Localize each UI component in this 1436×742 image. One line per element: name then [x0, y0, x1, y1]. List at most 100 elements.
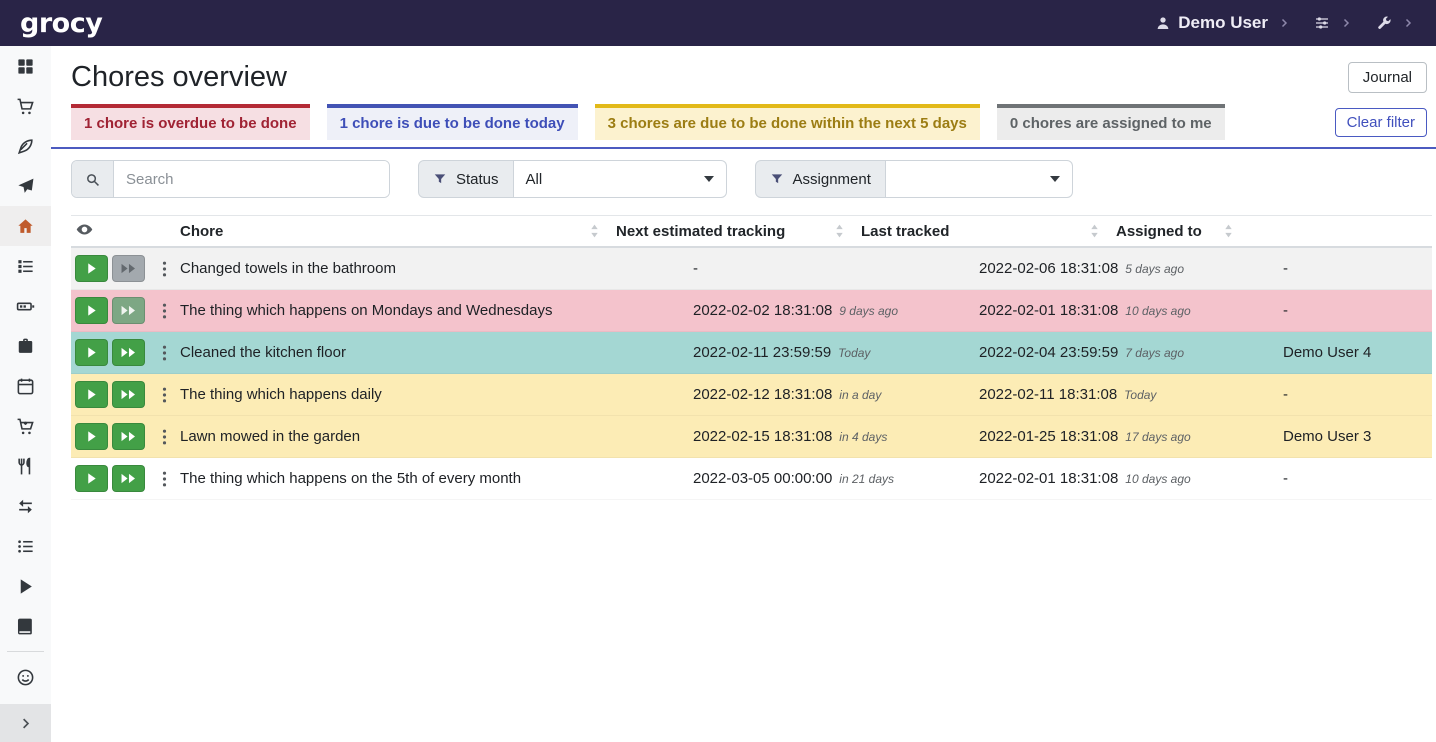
sidebar: [0, 46, 51, 742]
list-icon: [16, 537, 35, 556]
next-tracking-timeago: in 21 days: [839, 472, 894, 486]
chip-assigned-to-me[interactable]: 0 chores are assigned to me: [997, 104, 1225, 140]
table-row: Lawn mowed in the garden 2022-02-15 18:3…: [71, 416, 1432, 458]
skip-execution-button[interactable]: [112, 339, 145, 366]
status-filter-group: Status All: [418, 160, 727, 198]
user-menu[interactable]: Demo User: [1155, 13, 1290, 33]
sidebar-item-batteries[interactable]: [0, 286, 51, 326]
last-tracked-timeago: 7 days ago: [1125, 346, 1184, 360]
grid-icon: [16, 57, 35, 76]
assigned-to-value: -: [1283, 386, 1288, 403]
skip-execution-button[interactable]: [112, 297, 145, 324]
fast-forward-icon: [120, 472, 137, 485]
assignment-select[interactable]: [886, 160, 1073, 198]
clear-filter-button[interactable]: Clear filter: [1335, 108, 1427, 137]
sidebar-item-paper-plane[interactable]: [0, 166, 51, 206]
sidebar-item-feather[interactable]: [0, 126, 51, 166]
play-icon: [85, 388, 98, 401]
utensils-icon: [16, 457, 35, 476]
row-menu-button[interactable]: [158, 468, 171, 490]
kebab-menu-icon: [162, 344, 167, 362]
skip-execution-button[interactable]: [112, 465, 145, 492]
column-header-next-tracking[interactable]: Next estimated tracking: [608, 223, 853, 240]
track-execution-button[interactable]: [75, 297, 108, 324]
row-menu-button[interactable]: [158, 300, 171, 322]
column-header-chore[interactable]: Chore: [178, 223, 608, 240]
chip-due-soon[interactable]: 3 chores are due to be done within the n…: [595, 104, 980, 140]
sidebar-item-consume[interactable]: [0, 446, 51, 486]
kebab-menu-icon: [162, 470, 167, 488]
column-label: Next estimated tracking: [616, 223, 785, 240]
column-header-assigned-to[interactable]: Assigned to: [1108, 223, 1242, 240]
next-tracking-value: 2022-02-15 18:31:08: [693, 428, 832, 445]
last-tracked-value: 2022-02-06 18:31:08: [979, 260, 1118, 277]
next-tracking-value: 2022-02-02 18:31:08: [693, 302, 832, 319]
column-header-last-tracked[interactable]: Last tracked: [853, 223, 1108, 240]
row-menu-button[interactable]: [158, 384, 171, 406]
row-menu-button[interactable]: [158, 426, 171, 448]
journal-button[interactable]: Journal: [1348, 62, 1427, 93]
sidebar-item-chores[interactable]: [0, 206, 51, 246]
last-tracked-timeago: 10 days ago: [1125, 304, 1190, 318]
sidebar-item-tasks[interactable]: [0, 246, 51, 286]
home-icon: [16, 217, 35, 236]
track-execution-button[interactable]: [75, 465, 108, 492]
track-execution-button[interactable]: [75, 423, 108, 450]
assigned-to-value: -: [1283, 260, 1288, 277]
sort-icon: [1223, 225, 1234, 238]
fast-forward-icon: [120, 430, 137, 443]
play-icon: [85, 346, 98, 359]
smiley-icon: [16, 668, 35, 687]
play-icon: [85, 304, 98, 317]
chore-name: Changed towels in the bathroom: [178, 260, 693, 277]
sidebar-item-inventory[interactable]: [0, 526, 51, 566]
chevron-right-icon: [1278, 17, 1290, 29]
grocy-logo[interactable]: grocy: [20, 10, 102, 37]
chore-name: The thing which happens daily: [178, 386, 693, 403]
status-select-value: All: [526, 171, 543, 188]
sidebar-item-feedback[interactable]: [0, 657, 51, 697]
track-execution-button[interactable]: [75, 339, 108, 366]
sidebar-item-equipment[interactable]: [0, 326, 51, 366]
status-label-text: Status: [456, 171, 499, 188]
skip-execution-button[interactable]: [112, 381, 145, 408]
chip-due-today[interactable]: 1 chore is due to be done today: [327, 104, 578, 140]
sidebar-item-purchase[interactable]: [0, 406, 51, 446]
play-icon: [85, 430, 98, 443]
table-header: Chore Next estimated tracking Last track…: [71, 215, 1432, 248]
chip-overdue[interactable]: 1 chore is overdue to be done: [71, 104, 310, 140]
status-select[interactable]: All: [514, 160, 727, 198]
visibility-column-header[interactable]: [71, 221, 178, 242]
sidebar-item-transfer[interactable]: [0, 486, 51, 526]
sort-icon: [1089, 225, 1100, 238]
chore-name: The thing which happens on Mondays and W…: [178, 302, 693, 319]
last-tracked-value: 2022-02-04 23:59:59: [979, 344, 1118, 361]
chore-name: Lawn mowed in the garden: [178, 428, 693, 445]
sidebar-item-shopping-cart[interactable]: [0, 86, 51, 126]
column-label: Last tracked: [861, 223, 949, 240]
status-filter-label: Status: [418, 160, 514, 198]
eye-icon: [76, 221, 93, 238]
row-menu-button[interactable]: [158, 258, 171, 280]
track-execution-button[interactable]: [75, 255, 108, 282]
settings-menu[interactable]: [1314, 15, 1352, 31]
wrench-icon: [1376, 15, 1392, 31]
exchange-icon: [16, 497, 35, 516]
admin-menu[interactable]: [1376, 15, 1414, 31]
next-tracking-timeago: Today: [838, 346, 870, 360]
skip-execution-button[interactable]: [112, 423, 145, 450]
sidebar-item-journal[interactable]: [0, 606, 51, 646]
track-execution-button[interactable]: [75, 381, 108, 408]
sidebar-item-calendar[interactable]: [0, 366, 51, 406]
filter-funnel-icon: [770, 172, 784, 186]
sidebar-item-chore-tracking[interactable]: [0, 566, 51, 606]
chevron-down-icon: [704, 176, 714, 182]
briefcase-icon: [16, 337, 35, 356]
sidebar-expand-toggle[interactable]: [0, 704, 51, 742]
play-icon: [85, 472, 98, 485]
top-navbar: grocy Demo User: [0, 0, 1436, 46]
table-row: The thing which happens daily 2022-02-12…: [71, 374, 1432, 416]
row-menu-button[interactable]: [158, 342, 171, 364]
sidebar-item-grid[interactable]: [0, 46, 51, 86]
search-input[interactable]: [114, 161, 389, 197]
